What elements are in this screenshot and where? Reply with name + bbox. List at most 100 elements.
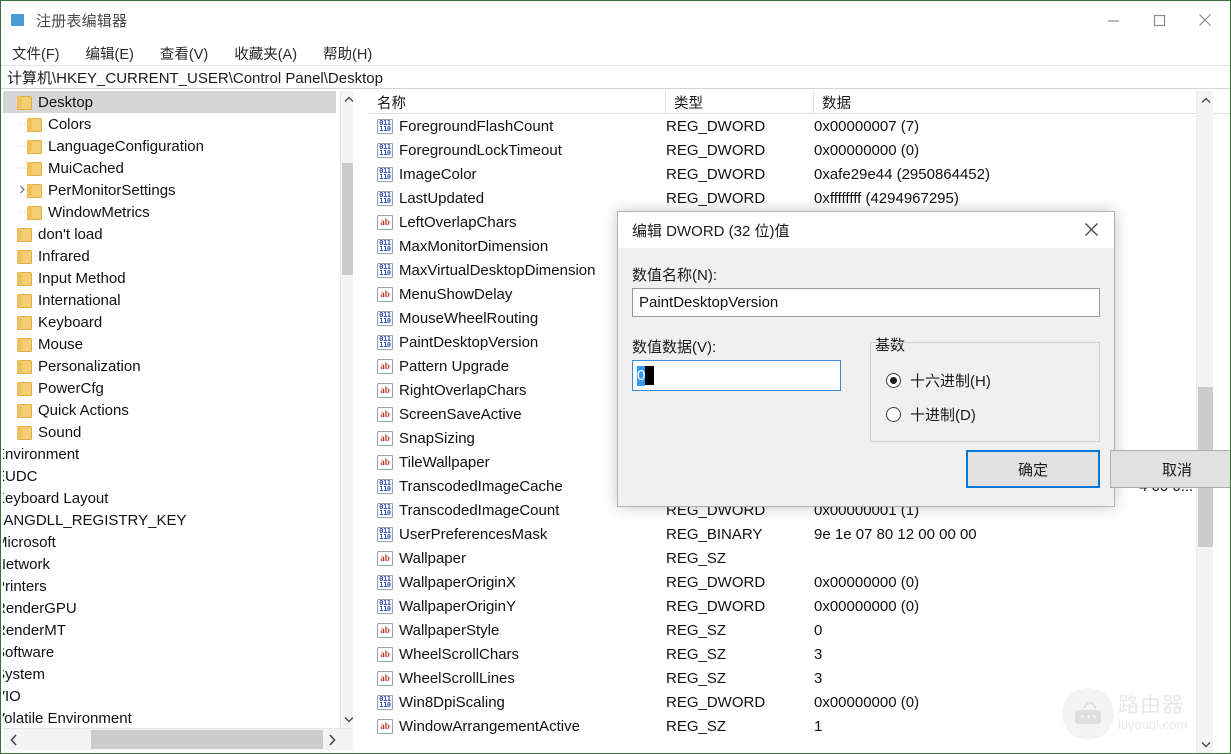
table-row[interactable]: 011110ForegroundFlashCountREG_DWORD0x000… bbox=[369, 114, 1196, 138]
tree-item-permonitorsettings[interactable]: PerMonitorSettings bbox=[3, 179, 336, 201]
address-bar[interactable]: 计算机\HKEY_CURRENT_USER\Control Panel\Desk… bbox=[1, 65, 1230, 89]
ok-button[interactable]: 确定 bbox=[966, 450, 1100, 488]
table-row[interactable]: 011110Win8DpiScalingREG_DWORD0x00000000 … bbox=[369, 690, 1196, 714]
folder-icon bbox=[17, 316, 31, 328]
tree-item-volatile-environment[interactable]: Volatile Environment bbox=[3, 707, 336, 728]
tree-item-input-method[interactable]: Input Method bbox=[3, 267, 336, 289]
menu-item-view[interactable]: 查看(V) bbox=[158, 41, 218, 66]
tree-item-label: Colors bbox=[48, 117, 91, 132]
tree-item-rendergpu[interactable]: RenderGPU bbox=[3, 597, 336, 619]
table-row[interactable]: abWallpaperStyleREG_SZ0 bbox=[369, 618, 1196, 642]
cancel-button[interactable]: 取消 bbox=[1110, 450, 1231, 488]
column-header-name[interactable]: 名称 bbox=[369, 91, 666, 113]
value-name-cell: abLeftOverlapChars bbox=[377, 210, 517, 234]
radio-unselected-icon bbox=[886, 407, 901, 422]
tree-item-keyboard-layout[interactable]: Keyboard Layout bbox=[3, 487, 336, 509]
table-row[interactable]: 011110WallpaperOriginXREG_DWORD0x0000000… bbox=[369, 570, 1196, 594]
column-header-type[interactable]: 类型 bbox=[666, 91, 814, 113]
tree-item-don-t-load[interactable]: don't load bbox=[3, 223, 336, 245]
tree-vertical-scrollbar[interactable] bbox=[340, 91, 353, 728]
tree-horizontal-scrollbar[interactable] bbox=[3, 728, 353, 750]
tree-item-printers[interactable]: Printers bbox=[3, 575, 336, 597]
tree-item-keyboard[interactable]: Keyboard bbox=[3, 311, 336, 333]
tree-item-infrared[interactable]: Infrared bbox=[3, 245, 336, 267]
scroll-down-icon[interactable] bbox=[341, 711, 353, 728]
scroll-up-icon[interactable] bbox=[341, 91, 353, 108]
table-row[interactable]: 011110LastUpdatedREG_DWORD0xffffffff (42… bbox=[369, 186, 1196, 210]
table-row[interactable]: 011110ImageColorREG_DWORD0xafe29e44 (295… bbox=[369, 162, 1196, 186]
value-data-input[interactable]: 0 bbox=[632, 360, 841, 391]
tree-item-quick-actions[interactable]: Quick Actions bbox=[3, 399, 336, 421]
tree-item-international[interactable]: International bbox=[3, 289, 336, 311]
tree-item-system[interactable]: System bbox=[3, 663, 336, 685]
radio-hexadecimal[interactable]: 十六进制(H) bbox=[886, 370, 991, 391]
tree-item-environment[interactable]: Environment bbox=[3, 443, 336, 465]
value-name-cell: abWheelScrollChars bbox=[377, 642, 519, 666]
tree-item-sound[interactable]: Sound bbox=[3, 421, 336, 443]
scroll-down-icon[interactable] bbox=[1197, 735, 1214, 753]
menu-item-favorites[interactable]: 收藏夹(A) bbox=[232, 41, 307, 66]
tree-item-software[interactable]: Software bbox=[3, 641, 336, 663]
tree-item-muicached[interactable]: ⋯MuiCached bbox=[3, 157, 336, 179]
value-data-cell: 0xafe29e44 (2950864452) bbox=[814, 162, 990, 186]
tree-item-personalization[interactable]: Personalization bbox=[3, 355, 336, 377]
value-name-cell: 011110MaxMonitorDimension bbox=[377, 234, 548, 258]
table-row[interactable]: abWheelScrollCharsREG_SZ3 bbox=[369, 642, 1196, 666]
table-row[interactable]: 011110ForegroundLockTimeoutREG_DWORD0x00… bbox=[369, 138, 1196, 162]
scroll-left-icon[interactable] bbox=[3, 729, 25, 750]
tree-item-desktop[interactable]: Desktop bbox=[3, 91, 336, 113]
table-row[interactable]: abWindowArrangementActiveREG_SZ1 bbox=[369, 714, 1196, 738]
tree-vscroll-thumb[interactable] bbox=[342, 163, 353, 275]
value-type-cell: REG_DWORD bbox=[666, 690, 765, 714]
tree-item-label: Environment bbox=[3, 447, 79, 462]
column-header-data[interactable]: 数据 bbox=[814, 91, 1203, 113]
tree-item-label: Volatile Environment bbox=[3, 711, 132, 726]
menu-item-edit[interactable]: 编辑(E) bbox=[84, 41, 144, 66]
close-icon[interactable] bbox=[1182, 5, 1228, 35]
tree-item-languageconfiguration[interactable]: ⋯LanguageConfiguration bbox=[3, 135, 336, 157]
close-icon[interactable] bbox=[1068, 212, 1114, 246]
table-row[interactable]: 011110UserPreferencesMaskREG_BINARY9e 1e… bbox=[369, 522, 1196, 546]
tree-item-network[interactable]: Network bbox=[3, 553, 336, 575]
tree-item-eudc[interactable]: EUDC bbox=[3, 465, 336, 487]
value-name-cell: 011110ForegroundFlashCount bbox=[377, 114, 553, 138]
chevron-right-icon[interactable] bbox=[17, 185, 27, 196]
scroll-right-icon[interactable] bbox=[321, 729, 343, 750]
tree-hscroll-thumb[interactable] bbox=[91, 730, 323, 749]
tree-item-rendermt[interactable]: RenderMT bbox=[3, 619, 336, 641]
string-value-icon: ab bbox=[377, 623, 393, 638]
minimize-icon[interactable] bbox=[1090, 5, 1136, 35]
table-row[interactable]: abWheelScrollLinesREG_SZ3 bbox=[369, 666, 1196, 690]
dword-value-icon: 011110 bbox=[377, 335, 393, 350]
table-row[interactable]: abWallpaperREG_SZ bbox=[369, 546, 1196, 570]
scroll-up-icon[interactable] bbox=[1197, 91, 1214, 109]
tree-item-windowmetrics[interactable]: ⋯WindowMetrics bbox=[3, 201, 336, 223]
value-type-cell: REG_DWORD bbox=[666, 114, 765, 138]
maximize-icon[interactable] bbox=[1136, 5, 1182, 35]
value-name-input[interactable] bbox=[632, 288, 1100, 317]
radio-decimal[interactable]: 十进制(D) bbox=[886, 404, 976, 425]
value-name-text: ImageColor bbox=[399, 166, 477, 183]
title-bar: 注册表编辑器 bbox=[1, 1, 1230, 39]
value-name-cell: 011110MouseWheelRouting bbox=[377, 306, 538, 330]
menu-item-help[interactable]: 帮助(H) bbox=[321, 41, 382, 66]
tree-item-microsoft[interactable]: Microsoft bbox=[3, 531, 336, 553]
value-name-cell: abPattern Upgrade bbox=[377, 354, 509, 378]
tree-item-colors[interactable]: ⋯Colors bbox=[3, 113, 336, 135]
folder-icon bbox=[27, 206, 41, 218]
table-row[interactable]: 011110WallpaperOriginYREG_DWORD0x0000000… bbox=[369, 594, 1196, 618]
panel-splitter[interactable] bbox=[354, 91, 369, 753]
tree-item-vio[interactable]: VIO bbox=[3, 685, 336, 707]
list-vertical-scrollbar[interactable] bbox=[1196, 91, 1213, 753]
string-value-icon: ab bbox=[377, 671, 393, 686]
folder-icon bbox=[17, 426, 31, 438]
value-name-text: WindowArrangementActive bbox=[399, 718, 580, 735]
dword-value-icon: 011110 bbox=[377, 695, 393, 710]
value-name-cell: 011110PaintDesktopVersion bbox=[377, 330, 538, 354]
tree-item-langdll-registry-key[interactable]: LANGDLL_REGISTRY_KEY bbox=[3, 509, 336, 531]
menu-item-file[interactable]: 文件(F) bbox=[10, 41, 70, 66]
tree-item-powercfg[interactable]: PowerCfg bbox=[3, 377, 336, 399]
tree-item-mouse[interactable]: Mouse bbox=[3, 333, 336, 355]
value-name-text: MenuShowDelay bbox=[399, 286, 512, 303]
dword-value-icon: 011110 bbox=[377, 167, 393, 182]
